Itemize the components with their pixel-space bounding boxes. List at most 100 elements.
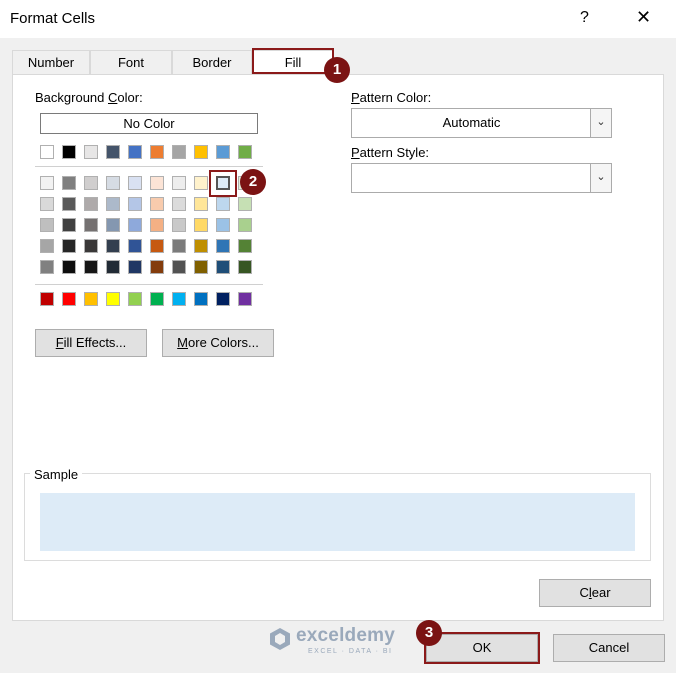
pattern-style-select[interactable]: ⌄ bbox=[351, 163, 612, 193]
color-swatch[interactable] bbox=[194, 239, 208, 253]
color-swatch[interactable] bbox=[128, 239, 142, 253]
pattern-color-label: Pattern Color: bbox=[351, 90, 432, 105]
color-swatch[interactable] bbox=[84, 239, 98, 253]
color-swatch[interactable] bbox=[150, 218, 164, 232]
annotation-highlight bbox=[252, 48, 334, 74]
color-swatch[interactable] bbox=[238, 145, 252, 159]
color-swatch[interactable] bbox=[216, 218, 230, 232]
color-swatch[interactable] bbox=[40, 260, 54, 274]
pattern-color-select[interactable]: Automatic ⌄ bbox=[351, 108, 612, 138]
color-swatch[interactable] bbox=[40, 292, 54, 306]
color-swatch[interactable] bbox=[40, 239, 54, 253]
color-swatch[interactable] bbox=[40, 197, 54, 211]
color-swatch[interactable] bbox=[172, 176, 186, 190]
no-color-button[interactable]: No Color bbox=[40, 113, 258, 134]
color-swatch[interactable] bbox=[128, 260, 142, 274]
color-swatch[interactable] bbox=[172, 260, 186, 274]
color-swatch[interactable] bbox=[216, 292, 230, 306]
annotation-marker: 2 bbox=[240, 169, 266, 195]
color-swatch[interactable] bbox=[172, 145, 186, 159]
sample-label: Sample bbox=[30, 467, 83, 482]
help-icon[interactable]: ? bbox=[580, 9, 589, 27]
color-swatch[interactable] bbox=[62, 145, 76, 159]
color-swatch[interactable] bbox=[128, 218, 142, 232]
close-icon[interactable]: ✕ bbox=[636, 7, 651, 28]
color-swatch[interactable] bbox=[194, 176, 208, 190]
color-swatch[interactable] bbox=[40, 176, 54, 190]
color-swatch[interactable] bbox=[106, 239, 120, 253]
color-swatch[interactable] bbox=[194, 197, 208, 211]
color-swatch[interactable] bbox=[238, 218, 252, 232]
color-swatch[interactable] bbox=[106, 260, 120, 274]
palette-divider bbox=[35, 284, 263, 285]
color-swatch[interactable] bbox=[150, 292, 164, 306]
color-swatch[interactable] bbox=[194, 260, 208, 274]
window-title: Format Cells bbox=[10, 10, 96, 27]
color-swatch[interactable] bbox=[216, 239, 230, 253]
color-swatch[interactable] bbox=[172, 218, 186, 232]
color-swatch[interactable] bbox=[194, 145, 208, 159]
annotation-marker: 3 bbox=[416, 620, 442, 646]
color-swatch[interactable] bbox=[216, 260, 230, 274]
watermark-tagline: EXCEL · DATA · BI bbox=[308, 648, 393, 655]
color-swatch[interactable] bbox=[106, 292, 120, 306]
color-swatch[interactable] bbox=[150, 260, 164, 274]
color-swatch[interactable] bbox=[62, 176, 76, 190]
color-swatch[interactable] bbox=[172, 292, 186, 306]
color-swatch[interactable] bbox=[40, 218, 54, 232]
title-bar bbox=[0, 0, 676, 38]
color-swatch[interactable] bbox=[238, 260, 252, 274]
color-swatch[interactable] bbox=[194, 292, 208, 306]
color-swatch[interactable] bbox=[238, 292, 252, 306]
color-swatch[interactable] bbox=[40, 145, 54, 159]
color-swatch[interactable] bbox=[194, 218, 208, 232]
tab-font[interactable]: Font bbox=[90, 50, 172, 74]
watermark-name: exceldemy bbox=[296, 625, 395, 646]
color-swatch[interactable] bbox=[62, 292, 76, 306]
pattern-style-value bbox=[352, 164, 591, 192]
color-swatch[interactable] bbox=[84, 260, 98, 274]
tab-number[interactable]: Number bbox=[12, 50, 90, 74]
color-swatch[interactable] bbox=[172, 239, 186, 253]
color-swatch[interactable] bbox=[62, 239, 76, 253]
color-swatch[interactable] bbox=[84, 218, 98, 232]
color-swatch[interactable] bbox=[106, 145, 120, 159]
color-swatch[interactable] bbox=[150, 197, 164, 211]
pattern-style-label: Pattern Style: bbox=[351, 145, 430, 160]
color-swatch[interactable] bbox=[128, 176, 142, 190]
color-swatch[interactable] bbox=[62, 218, 76, 232]
palette-divider bbox=[35, 166, 263, 167]
color-swatch[interactable] bbox=[172, 197, 186, 211]
color-swatch[interactable] bbox=[128, 292, 142, 306]
exceldemy-logo-icon bbox=[270, 628, 290, 650]
color-swatch[interactable] bbox=[216, 197, 230, 211]
background-color-label: Background Color: bbox=[35, 90, 143, 105]
tab-border[interactable]: Border bbox=[172, 50, 252, 74]
color-swatch[interactable] bbox=[106, 218, 120, 232]
color-swatch[interactable] bbox=[106, 176, 120, 190]
color-swatch[interactable] bbox=[84, 145, 98, 159]
chevron-down-icon[interactable]: ⌄ bbox=[590, 109, 611, 137]
color-swatch[interactable] bbox=[150, 145, 164, 159]
color-swatch[interactable] bbox=[128, 145, 142, 159]
color-swatch[interactable] bbox=[84, 176, 98, 190]
pattern-color-value: Automatic bbox=[442, 115, 501, 130]
more-colors-button[interactable]: More Colors... bbox=[162, 329, 274, 357]
color-swatch[interactable] bbox=[238, 197, 252, 211]
color-swatch[interactable] bbox=[62, 197, 76, 211]
color-swatch[interactable] bbox=[62, 260, 76, 274]
annotation-marker: 1 bbox=[324, 57, 350, 83]
chevron-down-icon[interactable]: ⌄ bbox=[590, 164, 611, 192]
color-swatch[interactable] bbox=[128, 197, 142, 211]
clear-button[interactable]: Clear bbox=[539, 579, 651, 607]
fill-effects-button[interactable]: Fill Effects... bbox=[35, 329, 147, 357]
annotation-highlight bbox=[209, 170, 237, 197]
cancel-button[interactable]: Cancel bbox=[553, 634, 665, 662]
color-swatch[interactable] bbox=[150, 176, 164, 190]
color-swatch[interactable] bbox=[84, 292, 98, 306]
color-swatch[interactable] bbox=[106, 197, 120, 211]
color-swatch[interactable] bbox=[150, 239, 164, 253]
color-swatch[interactable] bbox=[84, 197, 98, 211]
color-swatch[interactable] bbox=[238, 239, 252, 253]
color-swatch[interactable] bbox=[216, 145, 230, 159]
